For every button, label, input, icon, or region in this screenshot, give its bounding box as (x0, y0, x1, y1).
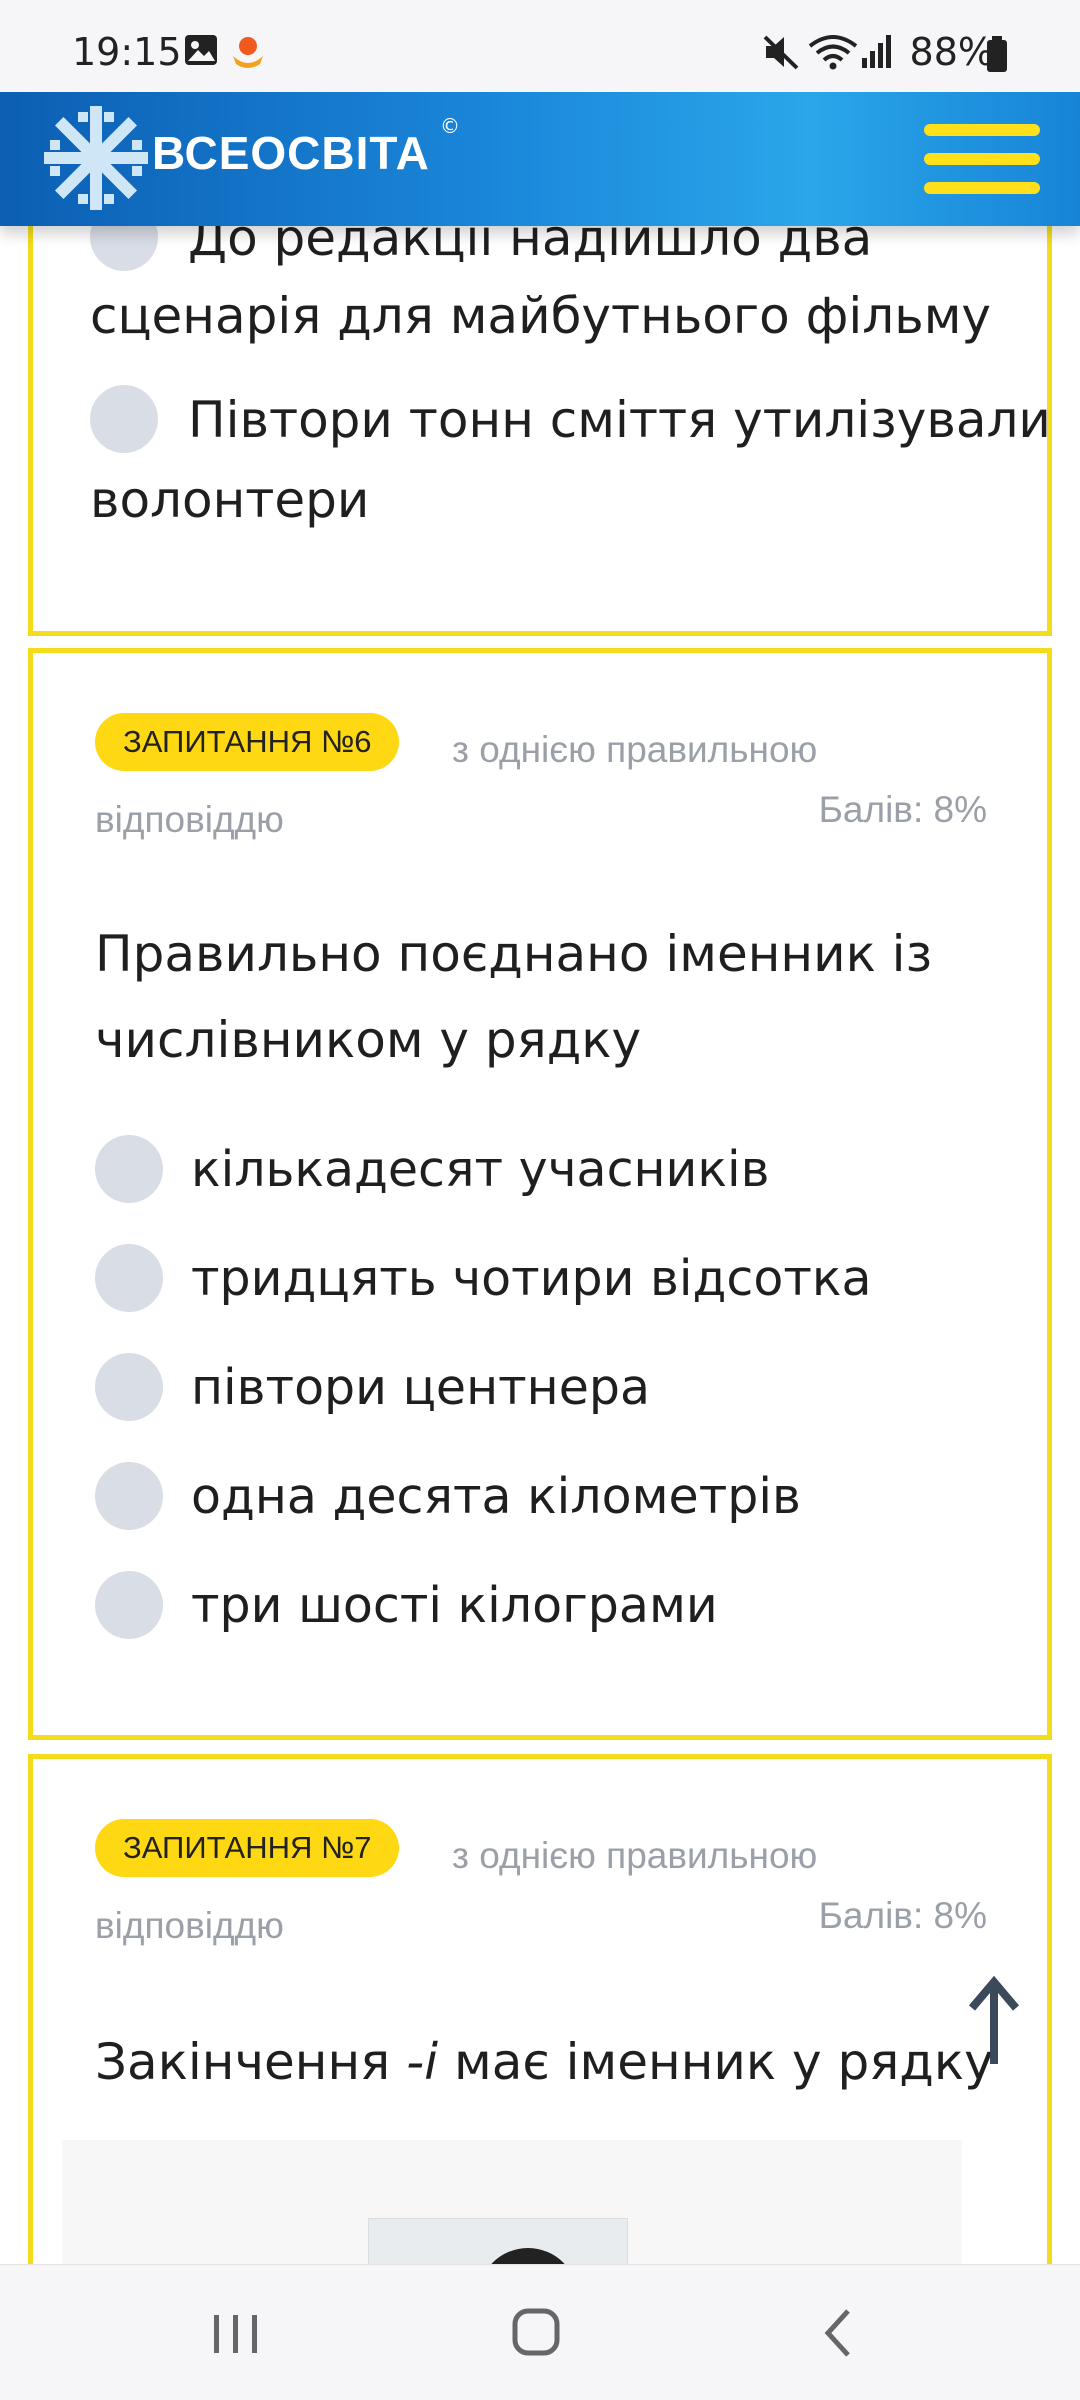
menu-icon-bar (924, 153, 1040, 165)
site-header: ВСЕОСВІТА © (0, 92, 1080, 226)
mute-icon (763, 35, 799, 70)
menu-icon-bar (924, 124, 1040, 136)
question-type-continued: відповіддю (95, 799, 284, 840)
answer-radio[interactable] (95, 1135, 163, 1203)
question-text-line: числівником у рядку (95, 1011, 642, 1069)
battery-percent: 88% (909, 30, 994, 74)
answer-option[interactable]: півтори центнера (95, 1353, 650, 1421)
app-notification-icon (233, 37, 263, 68)
back-icon[interactable] (800, 2301, 880, 2365)
answer-label: півтори центнера (191, 1358, 650, 1416)
question-text: Закінчення -і має іменник у рядку (95, 2019, 994, 2105)
question-text-ending: -і (406, 2033, 439, 2091)
copyright-mark: © (440, 114, 460, 138)
gallery-icon (185, 35, 217, 65)
question-number-badge: ЗАПИТАННЯ №6 (95, 713, 400, 771)
answer-radio[interactable] (95, 1353, 163, 1421)
answer-option[interactable]: кількадесят учасників (95, 1135, 769, 1203)
recent-apps-icon[interactable] (196, 2301, 276, 2365)
answer-label-continued: волонтери (90, 471, 370, 529)
question-card-6: ЗАПИТАННЯ №6 з однією правильною відпові… (28, 648, 1052, 1740)
answer-option[interactable]: одна десята кілометрів (95, 1462, 801, 1530)
scroll-to-top-arrow-icon[interactable] (964, 1976, 1024, 2066)
site-logo-text[interactable]: ВСЕОСВІТА (152, 126, 430, 180)
menu-icon-bar (924, 182, 1040, 194)
answer-radio[interactable] (95, 1244, 163, 1312)
question-text-part: має іменник у рядку (438, 2033, 994, 2091)
answer-label: кількадесят учасників (191, 1140, 770, 1198)
status-bar: 19:15 88% (0, 0, 1080, 92)
answer-radio[interactable] (95, 1462, 163, 1530)
answer-label: Півтори тонн сміття утилізували (188, 391, 1051, 449)
question-type: з однією правильною (452, 729, 818, 770)
signal-icon (862, 35, 891, 68)
snowflake-logo-icon[interactable] (40, 102, 152, 214)
status-time: 19:15 (72, 30, 182, 74)
battery-icon (987, 36, 1007, 72)
answer-radio[interactable] (95, 1571, 163, 1639)
question-number-badge: ЗАПИТАННЯ №7 (95, 1819, 400, 1877)
answer-label: три шості кілограми (191, 1576, 718, 1634)
question-type: з однією правильною (452, 1835, 818, 1876)
question-text-line: Правильно поєднано іменник із (95, 925, 933, 983)
wifi-icon (808, 35, 858, 70)
answer-label-continued: сценарія для майбутнього фільму (90, 287, 992, 345)
answer-label: одна десята кілометрів (191, 1467, 801, 1525)
system-navigation-bar (0, 2264, 1080, 2400)
answer-option[interactable]: тридцять чотири відсотка (95, 1244, 872, 1312)
question-score: Балів: 8% (818, 1895, 987, 1936)
menu-button[interactable] (924, 124, 1040, 194)
question-text: Правильно поєднано іменник із числівнико… (95, 911, 932, 1083)
question-text-part: Закінчення (95, 2033, 407, 2091)
answer-option[interactable]: три шості кілограми (95, 1571, 718, 1639)
answer-label: тридцять чотири відсотка (191, 1249, 872, 1307)
question-type-continued: відповіддю (95, 1905, 284, 1946)
question-score: Балів: 8% (818, 789, 987, 830)
answer-radio[interactable] (90, 385, 158, 453)
home-icon[interactable] (496, 2301, 576, 2365)
